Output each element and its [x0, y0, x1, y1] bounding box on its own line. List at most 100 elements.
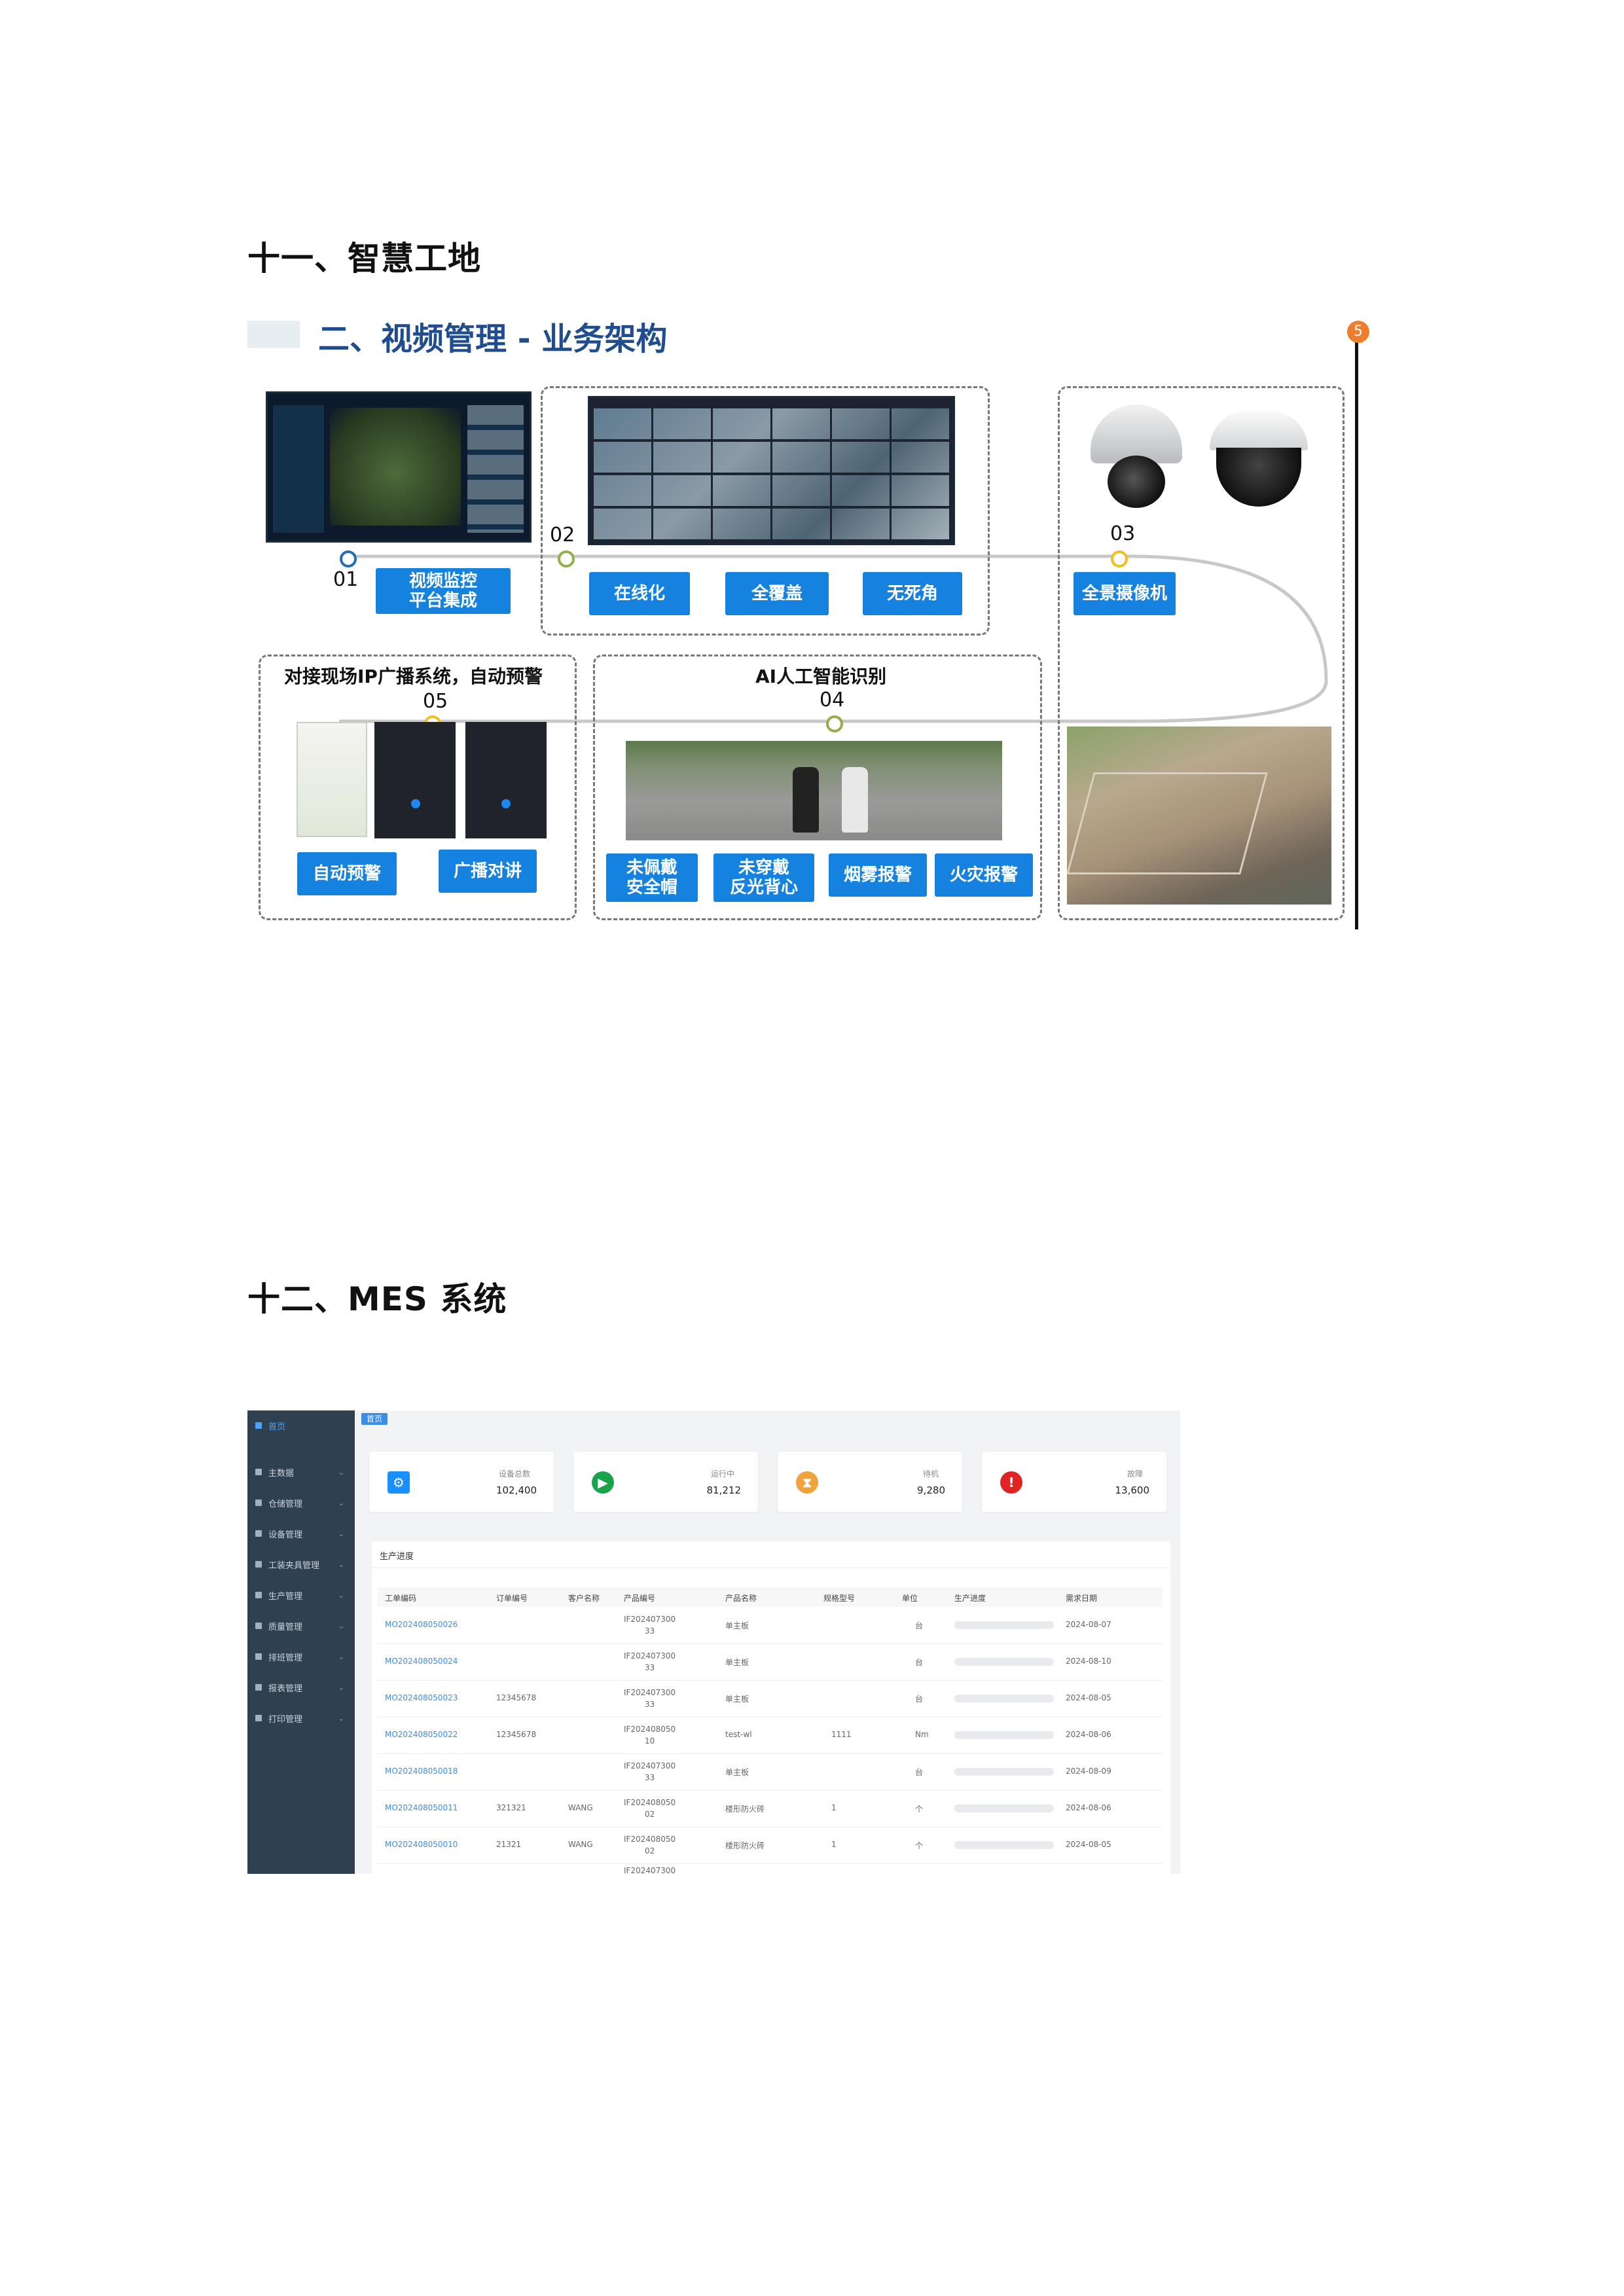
progress-bar — [954, 1658, 1054, 1666]
sidebar-item-4[interactable]: 工装夹具管理 ⌄ — [247, 1549, 355, 1579]
production-progress-panel: 生产进度 工单编码 订单编号 客户名称 产品编号 产品名称 规格型号 单位 生产进度 需求日期 M… — [372, 1541, 1170, 1874]
work-order-link[interactable]: MO202408050023 — [385, 1693, 458, 1702]
platform-integration-button: 视频监控 平台集成 — [376, 568, 511, 614]
table-cell: 1 — [831, 1840, 837, 1849]
table-cell: 2024-08-05 — [1066, 1693, 1111, 1702]
step-02-marker — [558, 550, 575, 567]
phone-map-screenshot — [297, 722, 367, 837]
progress-bar — [954, 1621, 1054, 1629]
table-cell: 2024-08-09 — [1066, 1767, 1111, 1776]
user-icon — [255, 1653, 262, 1660]
table-cell: 个 — [915, 1804, 924, 1814]
sidebar-item-label: 主数据 — [268, 1468, 295, 1479]
stat-label: 运行中 — [710, 1469, 734, 1479]
phone-broadcast-screenshot-2 — [465, 722, 547, 838]
table-cell: 单主板 — [725, 1695, 749, 1704]
work-order-link[interactable]: MO202408050011 — [385, 1803, 458, 1812]
table-cell: 台 — [915, 1768, 924, 1777]
table-cell: IF202408050 10 — [624, 1725, 676, 1746]
column-header: 产品名称 — [725, 1594, 757, 1603]
stat-card: ⚙ 设备总数 102,400 — [369, 1452, 554, 1512]
column-header: 工单编码 — [385, 1594, 417, 1603]
work-order-link[interactable]: MO202408050018 — [385, 1767, 458, 1776]
sidebar-item-label: 工装夹具管理 — [268, 1560, 320, 1571]
work-order-link[interactable]: MO202408050024 — [385, 1657, 458, 1666]
no-vest-button: 未穿戴 反光背心 — [713, 853, 814, 902]
progress-bar — [954, 1804, 1054, 1812]
work-order-link[interactable]: MO202408050022 — [385, 1730, 458, 1739]
progress-bar — [954, 1731, 1054, 1739]
sidebar-item-label: 仓储管理 — [268, 1499, 303, 1509]
section-heading-smart-site: 十一、智慧工地 — [247, 240, 481, 278]
smoke-alarm-button: 烟雾报警 — [829, 853, 927, 897]
play-icon: ▶ — [592, 1471, 614, 1494]
column-header: 订单编号 — [496, 1594, 528, 1603]
table-cell: 2024-08-10 — [1066, 1657, 1111, 1666]
table-cell: 321321 — [496, 1803, 526, 1812]
table-cell: IF202407300 — [624, 1866, 676, 1874]
table-cell: 台 — [915, 1658, 924, 1667]
sidebar-item-8[interactable]: 报表管理 ⌄ — [247, 1672, 355, 1702]
table-cell: 21321 — [496, 1840, 522, 1849]
column-header: 单位 — [902, 1594, 918, 1603]
quality-icon — [255, 1623, 262, 1629]
section-heading-mes: 十二、MES 系统 — [247, 1280, 507, 1318]
hourglass-icon: ⧗ — [796, 1471, 818, 1494]
sidebar-item-7[interactable]: 排班管理 ⌄ — [247, 1641, 355, 1672]
sidebar-item-5[interactable]: 生产管理 ⌄ — [247, 1580, 355, 1610]
stat-value: 81,212 — [706, 1484, 742, 1496]
chevron-down-icon: ⌄ — [338, 1498, 344, 1507]
stat-label: 故障 — [1127, 1469, 1143, 1479]
table-cell: 单主板 — [725, 1621, 749, 1630]
stat-card: ▶ 运行中 81,212 — [573, 1452, 758, 1512]
broadcast-intercom-button: 广播对讲 — [439, 850, 537, 893]
sidebar-item-6[interactable]: 质量管理 ⌄ — [247, 1611, 355, 1641]
left-panel — [273, 405, 324, 533]
row-divider — [377, 1753, 1163, 1754]
panel-title: 生产进度 — [380, 1552, 414, 1562]
full-coverage-button: 全覆盖 — [725, 572, 829, 615]
chevron-down-icon: ⌄ — [338, 1683, 344, 1692]
sidebar-item-label: 质量管理 — [268, 1622, 303, 1632]
row-divider — [377, 1643, 1163, 1644]
sidebar-item-0[interactable]: 首页 — [247, 1410, 355, 1441]
column-header: 产品编号 — [624, 1594, 656, 1603]
sidebar-item-2[interactable]: 仓储管理 ⌄ — [247, 1488, 355, 1518]
sidebar-item-1[interactable]: 主数据 ⌄ — [247, 1457, 355, 1487]
stat-label: 设备总数 — [498, 1469, 530, 1479]
ai-recognition-photo — [626, 741, 1002, 840]
row-divider — [377, 1790, 1163, 1791]
tab-home[interactable]: 首页 — [361, 1413, 388, 1425]
table-cell: 2024-08-05 — [1066, 1840, 1111, 1849]
chevron-down-icon: ⌄ — [338, 1560, 344, 1569]
home-icon — [255, 1422, 262, 1429]
table-cell: WANG — [568, 1803, 593, 1812]
phone-broadcast-screenshot-1 — [374, 722, 456, 838]
table-cell: 12345678 — [496, 1693, 537, 1702]
mes-system-screenshot: 首页 主数据 ⌄ 仓储管理 ⌄ 设备管理 ⌄ 工装夹具管理 ⌄ 生产管理 ⌄ 质量管理 ⌄ 排班管理 ⌄ 报表… — [247, 1410, 1180, 1874]
gear-icon: ⚙ — [388, 1471, 410, 1494]
sidebar-item-label: 设备管理 — [268, 1530, 303, 1540]
table-cell: IF202407300 33 — [624, 1651, 676, 1672]
sidebar-item-label: 打印管理 — [268, 1714, 303, 1725]
sidebar-item-9[interactable]: 打印管理 ⌄ — [247, 1703, 355, 1733]
step-02-number: 02 — [550, 524, 575, 547]
table-cell: 1111 — [831, 1730, 852, 1739]
progress-bar — [954, 1768, 1054, 1776]
table-cell: 2024-08-06 — [1066, 1803, 1111, 1812]
broadcast-caption: 对接现场IP广播系统，自动预警 — [284, 666, 543, 687]
table-cell: 2024-08-06 — [1066, 1730, 1111, 1739]
step-04-number: 04 — [820, 689, 845, 711]
ai-caption: AI人工智能识别 — [755, 666, 887, 687]
sidebar-item-3[interactable]: 设备管理 ⌄ — [247, 1518, 355, 1549]
work-order-link[interactable]: MO202408050010 — [385, 1840, 458, 1849]
work-order-link[interactable]: MO202408050026 — [385, 1620, 458, 1629]
sidebar-item-label: 生产管理 — [268, 1591, 303, 1602]
device-icon — [255, 1530, 262, 1537]
stat-value: 9,280 — [917, 1484, 945, 1496]
chevron-down-icon: ⌄ — [338, 1652, 344, 1661]
chevron-down-icon: ⌄ — [338, 1590, 344, 1600]
chevron-down-icon: ⌄ — [338, 1621, 344, 1630]
sidebar-item-label: 报表管理 — [268, 1683, 303, 1694]
progress-bar — [954, 1841, 1054, 1849]
